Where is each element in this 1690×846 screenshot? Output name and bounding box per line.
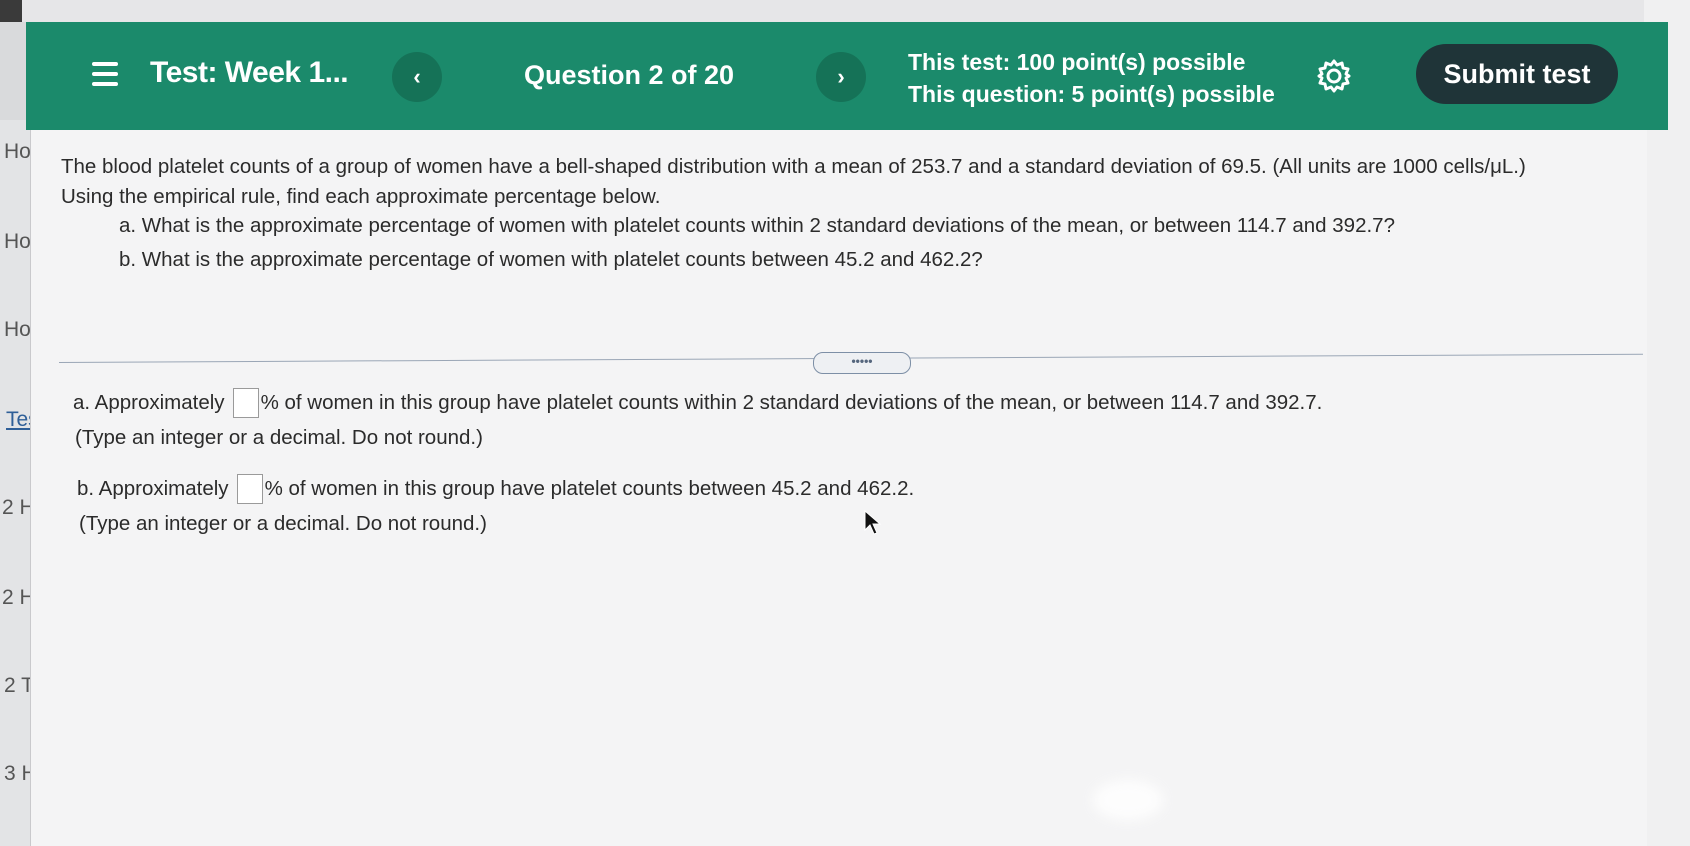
test-header: Test: Week 1... ‹ Question 2 of 20 › Thi…: [26, 22, 1668, 130]
question-points: This question: 5 point(s) possible: [908, 81, 1275, 107]
answer-b-hint: (Type an integer or a decimal. Do not ro…: [79, 512, 487, 535]
question-intro-line2: Using the empirical rule, find each appr…: [61, 185, 661, 208]
test-points: This test: 100 point(s) possible: [908, 49, 1246, 75]
answer-b-input[interactable]: [236, 474, 263, 504]
question-part-a: a. What is the approximate percentage of…: [119, 214, 1395, 237]
corner-block: [0, 0, 22, 22]
answer-b-suffix: % of women in this group have platelet c…: [264, 477, 915, 500]
answer-a-line: a. Approximately % of women in this grou…: [73, 388, 1322, 418]
gear-icon[interactable]: [1316, 58, 1352, 94]
screen-glare: [1093, 780, 1163, 820]
test-title[interactable]: Test: Week 1...: [150, 56, 349, 90]
answer-a-suffix: % of women in this group have platelet c…: [260, 391, 1323, 414]
answer-b-line: b. Approximately % of women in this grou…: [77, 474, 914, 504]
top-strip: [0, 0, 1690, 22]
previous-question-button[interactable]: ‹: [392, 52, 442, 102]
answer-a-input[interactable]: [232, 388, 259, 418]
question-intro: The blood platelet counts of a group of …: [61, 152, 1621, 212]
submit-test-button[interactable]: Submit test: [1416, 44, 1618, 104]
answer-b-prefix: b. Approximately: [77, 477, 229, 500]
question-intro-line1: The blood platelet counts of a group of …: [61, 155, 1526, 178]
next-question-button[interactable]: ›: [816, 52, 866, 102]
points-info: This test: 100 point(s) possible This qu…: [908, 46, 1275, 110]
menu-icon[interactable]: [92, 62, 118, 86]
answer-a-hint: (Type an integer or a decimal. Do not ro…: [75, 426, 483, 449]
answer-a-prefix: a. Approximately: [73, 391, 225, 414]
mouse-cursor-icon: [864, 510, 882, 535]
pane-resize-handle[interactable]: •••••: [813, 352, 911, 374]
question-part-b: b. What is the approximate percentage of…: [119, 248, 983, 271]
question-panel: The blood platelet counts of a group of …: [30, 130, 1647, 846]
question-counter[interactable]: Question 2 of 20: [524, 60, 734, 91]
